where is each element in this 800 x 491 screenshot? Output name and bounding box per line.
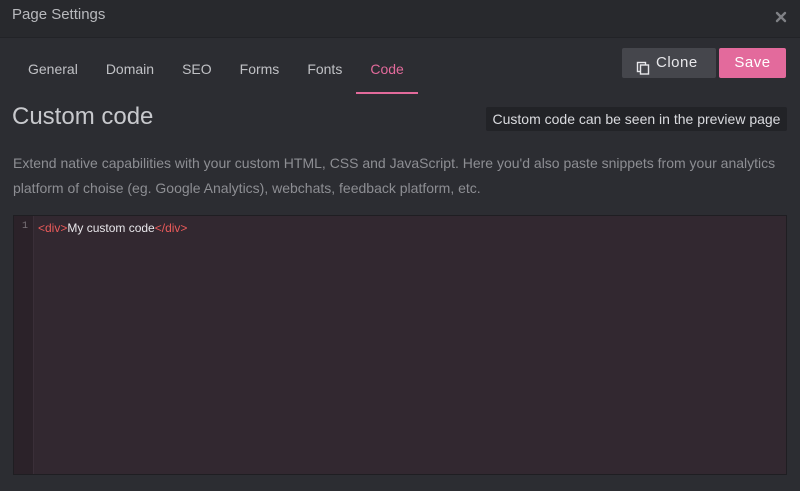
section-description: Extend native capabilities with your cus… <box>13 155 776 196</box>
code-text: My custom code <box>67 221 155 235</box>
close-icon[interactable] <box>774 10 788 24</box>
tab-code[interactable]: Code <box>356 52 418 94</box>
editor-gutter: 1 <box>14 216 34 474</box>
tab-seo[interactable]: SEO <box>168 52 226 94</box>
section-heading: Custom code <box>12 103 154 130</box>
tab-forms[interactable]: Forms <box>226 52 294 94</box>
code-close-tag: </div> <box>154 221 188 235</box>
code-editor[interactable]: 1 <div>My custom code</div> <box>13 215 787 475</box>
code-line[interactable]: <div>My custom code</div> <box>38 221 187 235</box>
window-title: Page Settings <box>12 6 106 23</box>
code-open-tag: <div> <box>38 221 68 235</box>
clone-button-label: Clone <box>656 54 698 71</box>
window-titlebar: Page Settings <box>0 0 800 38</box>
line-number: 1 <box>21 221 28 232</box>
tab-general[interactable]: General <box>14 52 92 94</box>
tab-domain[interactable]: Domain <box>92 52 168 94</box>
tab-fonts[interactable]: Fonts <box>293 52 356 94</box>
preview-hint: Custom code can be seen in the preview p… <box>486 107 787 131</box>
copy-icon <box>636 56 650 75</box>
clone-button[interactable]: Clone <box>622 48 716 78</box>
save-button[interactable]: Save <box>719 48 786 78</box>
settings-tabs: General Domain SEO Forms Fonts Code <box>14 52 418 94</box>
